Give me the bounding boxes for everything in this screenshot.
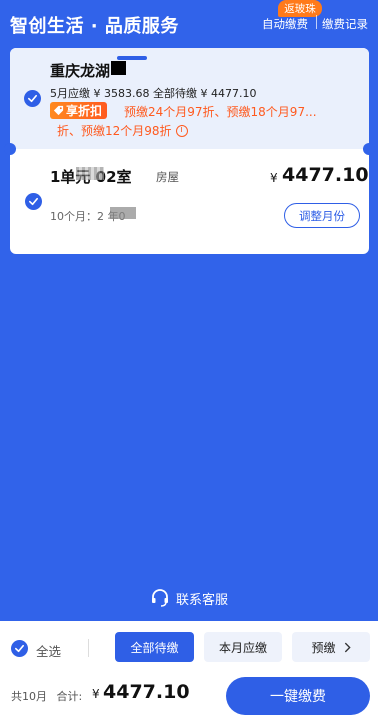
- amounts-summary: 5月应缴 ¥ 3583.68 全部待缴 ¥ 4477.10: [50, 87, 257, 100]
- community-checkbox[interactable]: [24, 90, 41, 107]
- room-price: 4477.10: [282, 164, 369, 186]
- discount-tag-label: 享折扣: [66, 104, 103, 118]
- total-label: 合计:: [56, 690, 83, 703]
- discount-text-line2: 折、预缴12个月98折: [57, 124, 172, 138]
- tab-prepay-label: 预缴: [311, 640, 336, 655]
- tab-this-month[interactable]: 本月应缴: [204, 632, 282, 662]
- room-checkbox[interactable]: [25, 193, 42, 210]
- contact-label: 联系客服: [176, 592, 229, 608]
- one-click-pay-button[interactable]: 一键缴费: [226, 677, 370, 715]
- screen: 智创生活 · 品质服务 返玻珠 自动缴费 缴费记录 重庆龙湖 5月应缴 ¥ 35…: [0, 0, 378, 720]
- contact-service[interactable]: 联系客服: [150, 588, 228, 608]
- total-currency: ¥: [92, 687, 100, 701]
- card-notch: [4, 143, 16, 155]
- adjust-months-button[interactable]: 调整月份: [284, 203, 360, 228]
- checkmark-icon: [15, 644, 24, 653]
- select-all-label[interactable]: 全选: [36, 641, 61, 660]
- header: 智创生活 · 品质服务 返玻珠 自动缴费 缴费记录: [0, 0, 378, 44]
- redaction-block: [117, 56, 147, 60]
- pay-record-link[interactable]: 缴费记录: [322, 16, 368, 32]
- headset-icon: [152, 589, 168, 607]
- card-notch: [363, 143, 375, 155]
- discount-icon: [53, 105, 64, 116]
- community-name: 重庆龙湖: [50, 62, 111, 80]
- price-currency: ¥: [270, 171, 278, 185]
- total-price: 4477.10: [103, 681, 190, 703]
- discount-tag: 享折扣: [50, 102, 108, 119]
- auto-pay-link[interactable]: 自动缴费: [262, 16, 308, 32]
- redaction-block: [76, 167, 104, 180]
- info-icon[interactable]: i: [175, 124, 188, 137]
- discount-text: 预缴24个月97折、预缴18个月97...: [124, 105, 317, 119]
- total-summary: 共10月 合计:: [11, 688, 82, 704]
- tab-all-pending[interactable]: 全部待缴: [115, 632, 194, 662]
- redaction-block: [111, 61, 126, 75]
- discount-text-continued: 折、预缴12个月98折 i: [57, 122, 188, 139]
- header-divider: [316, 15, 317, 29]
- brand-title: 智创生活 · 品质服务: [10, 16, 179, 37]
- total-months: 共10月: [11, 690, 47, 703]
- tab-prepay[interactable]: 预缴: [292, 632, 370, 662]
- checkmark-icon: [28, 94, 37, 103]
- room-type: 房屋: [156, 170, 179, 184]
- select-all-checkbox[interactable]: [11, 640, 28, 657]
- redaction-block: [110, 207, 136, 219]
- bottom-panel: 全选 全部待缴 本月应缴 预缴 共10月 合计: ¥ 4477.10 一键缴费: [0, 621, 378, 720]
- checkmark-icon: [29, 197, 38, 206]
- chevron-right-icon: [344, 642, 351, 652]
- bill-card: 重庆龙湖 5月应缴 ¥ 3583.68 全部待缴 ¥ 4477.10 享折扣 预…: [10, 48, 369, 254]
- bottom-divider: [88, 639, 89, 657]
